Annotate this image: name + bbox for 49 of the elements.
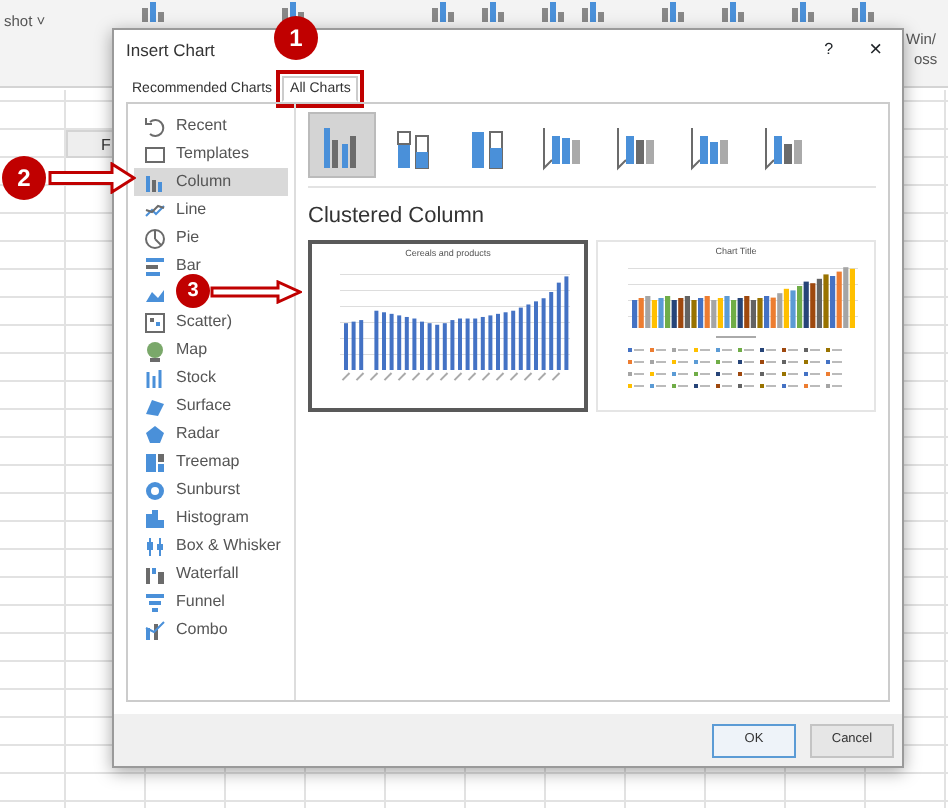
chart-subtype-button[interactable] (308, 112, 376, 178)
waterfall-chart-icon (144, 563, 166, 585)
chart-icon[interactable] (790, 2, 818, 22)
radar-chart-icon (144, 423, 166, 445)
funnel-chart-icon (144, 591, 166, 613)
combo-chart-icon (144, 619, 166, 641)
column-chart-icon (144, 171, 166, 193)
chart-type-item[interactable]: Histogram (134, 504, 253, 532)
chart-type-item[interactable]: Funnel (134, 588, 229, 616)
histogram-icon (144, 507, 166, 529)
chart-icon[interactable] (720, 2, 748, 22)
chart-icon[interactable] (480, 2, 508, 22)
chart-type-item[interactable]: Scatter) (134, 308, 237, 336)
chart-icon[interactable] (430, 2, 458, 22)
line-chart-icon (144, 199, 166, 221)
treemap-icon (144, 451, 166, 473)
chart-type-item[interactable]: Bar (134, 252, 205, 280)
chart-type-item[interactable]: Treemap (134, 448, 244, 476)
chart-icon[interactable] (850, 2, 878, 22)
sunburst-icon (144, 479, 166, 501)
chart-type-item[interactable]: Line (134, 196, 211, 224)
chart-icon[interactable] (140, 2, 168, 22)
help-button[interactable]: ? (824, 38, 834, 62)
bar-chart-icon (144, 255, 166, 277)
dialog-title: Insert Chart (126, 37, 215, 63)
chart-type-item[interactable]: Surface (134, 392, 236, 420)
pie-chart-icon (144, 227, 166, 249)
stock-chart-icon (144, 367, 166, 389)
chart-type-item[interactable]: Map (134, 336, 212, 364)
chart-type-item[interactable]: Pie (134, 224, 204, 252)
chart-type-item[interactable]: Column (134, 168, 288, 196)
chart-type-item[interactable]: Stock (134, 364, 221, 392)
scatter-chart-icon (144, 311, 166, 333)
chart-type-item[interactable]: Radar (134, 420, 224, 448)
arrow-icon (210, 280, 302, 304)
chart-type-item[interactable]: Sunburst (134, 476, 245, 504)
box-whisker-icon (144, 535, 166, 557)
surface-chart-icon (144, 395, 166, 417)
chart-icon[interactable] (580, 2, 608, 22)
recent-icon (144, 115, 166, 137)
folder-icon (144, 143, 166, 165)
subtype-title: Clustered Column (308, 202, 487, 232)
close-button[interactable]: × (869, 33, 882, 67)
chart-icon[interactable] (660, 2, 688, 22)
chart-type-item[interactable]: Combo (134, 616, 232, 644)
step-number-badge: 2 (2, 156, 46, 200)
chart-type-item[interactable]: Box & Whisker (134, 532, 285, 560)
chart-icon[interactable] (540, 2, 568, 22)
chart-type-item[interactable]: Waterfall (134, 560, 243, 588)
